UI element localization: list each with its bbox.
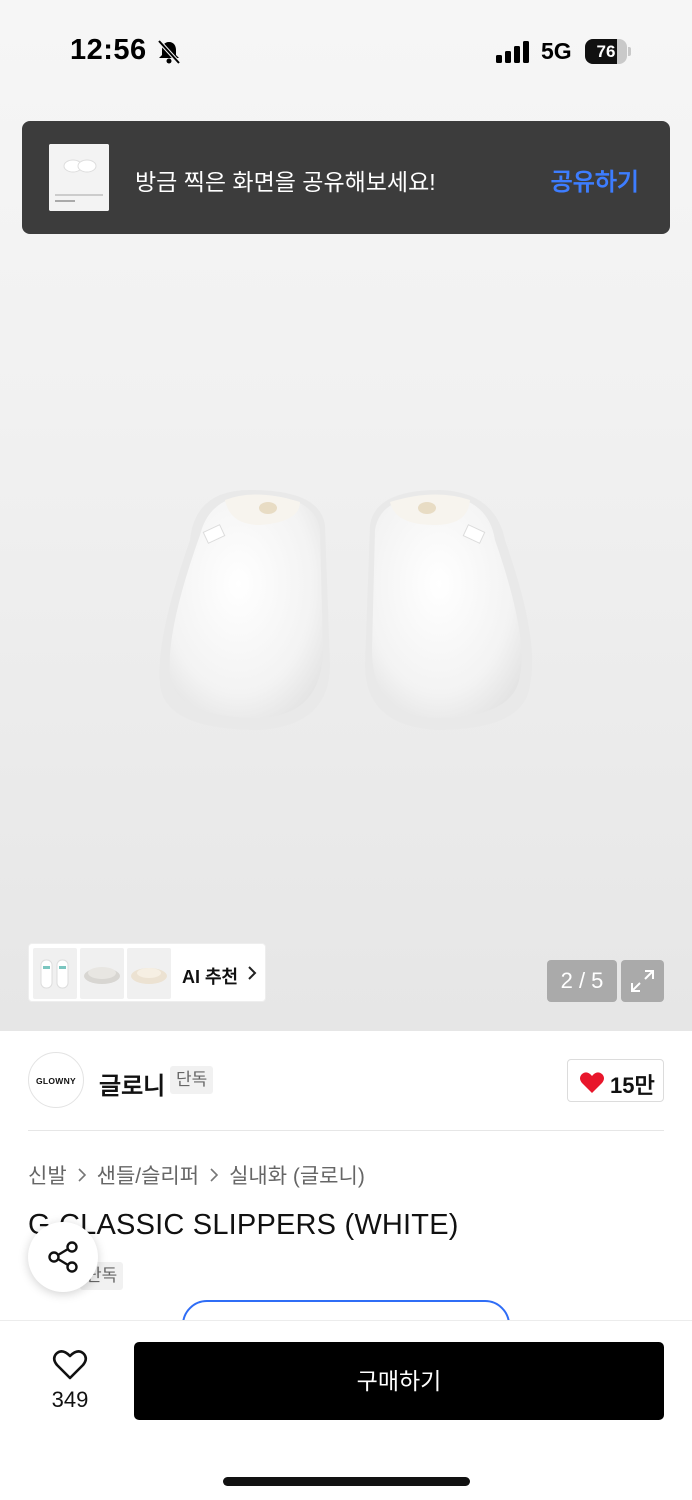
status-time: 12:56	[70, 34, 147, 66]
exclusive-badge: 단독	[170, 1066, 214, 1094]
screenshot-share-toast: 방금 찍은 화면을 공유해보세요! 공유하기	[22, 121, 670, 234]
screenshot-thumbnail[interactable]	[49, 144, 109, 211]
ai-recommend-thumbnail	[127, 948, 171, 999]
home-indicator	[223, 1477, 470, 1486]
brand-logo[interactable]: GLOWNY	[28, 1052, 84, 1108]
breadcrumb-item[interactable]: 실내화 (글로니)	[229, 1160, 365, 1190]
share-icon	[48, 1241, 78, 1273]
brand-name[interactable]: 글로니	[99, 1066, 165, 1101]
brand-like-count: 15만	[610, 1073, 655, 1098]
chevron-right-icon	[210, 1168, 219, 1182]
status-bar: 12:56 5G 76	[0, 0, 692, 100]
ai-recommend-card[interactable]: AI 추천	[28, 943, 266, 1002]
breadcrumb-item[interactable]: 신발	[28, 1160, 67, 1190]
share-button[interactable]	[28, 1222, 98, 1292]
network-type: 5G	[541, 38, 572, 64]
share-toast-button[interactable]: 공유하기	[551, 162, 639, 197]
signal-icon	[496, 41, 529, 63]
breadcrumb: 신발 샌들/슬리퍼 실내화 (글로니)	[28, 1162, 365, 1188]
buy-button[interactable]: 구매하기	[134, 1342, 664, 1420]
breadcrumb-item[interactable]: 샌들/슬리퍼	[97, 1160, 199, 1190]
share-toast-message: 방금 찍은 화면을 공유해보세요!	[135, 169, 436, 195]
product-like-count: 349	[51, 1387, 89, 1412]
battery-icon: 76	[585, 39, 631, 64]
divider	[28, 1130, 664, 1131]
ai-recommend-label: AI 추천	[182, 967, 239, 987]
bottom-action-bar: 349 구매하기	[0, 1320, 692, 1500]
ai-recommend-thumbnail	[33, 948, 77, 999]
ai-recommend-thumbnail	[80, 948, 124, 999]
heart-filled-icon	[580, 1072, 604, 1093]
battery-level: 76	[596, 42, 616, 61]
brand-like-button[interactable]: 15만	[567, 1059, 664, 1102]
heart-outline-icon[interactable]	[52, 1349, 88, 1381]
image-page-counter: 2 / 5	[547, 960, 617, 1002]
expand-icon	[631, 970, 654, 992]
product-image	[159, 490, 533, 730]
bell-slash-icon	[157, 39, 181, 65]
expand-image-button[interactable]	[621, 960, 664, 1002]
product-title: G CLASSIC SLIPPERS (WHITE)	[28, 1209, 459, 1241]
chevron-right-icon	[248, 966, 257, 980]
chevron-right-icon	[78, 1168, 86, 1182]
